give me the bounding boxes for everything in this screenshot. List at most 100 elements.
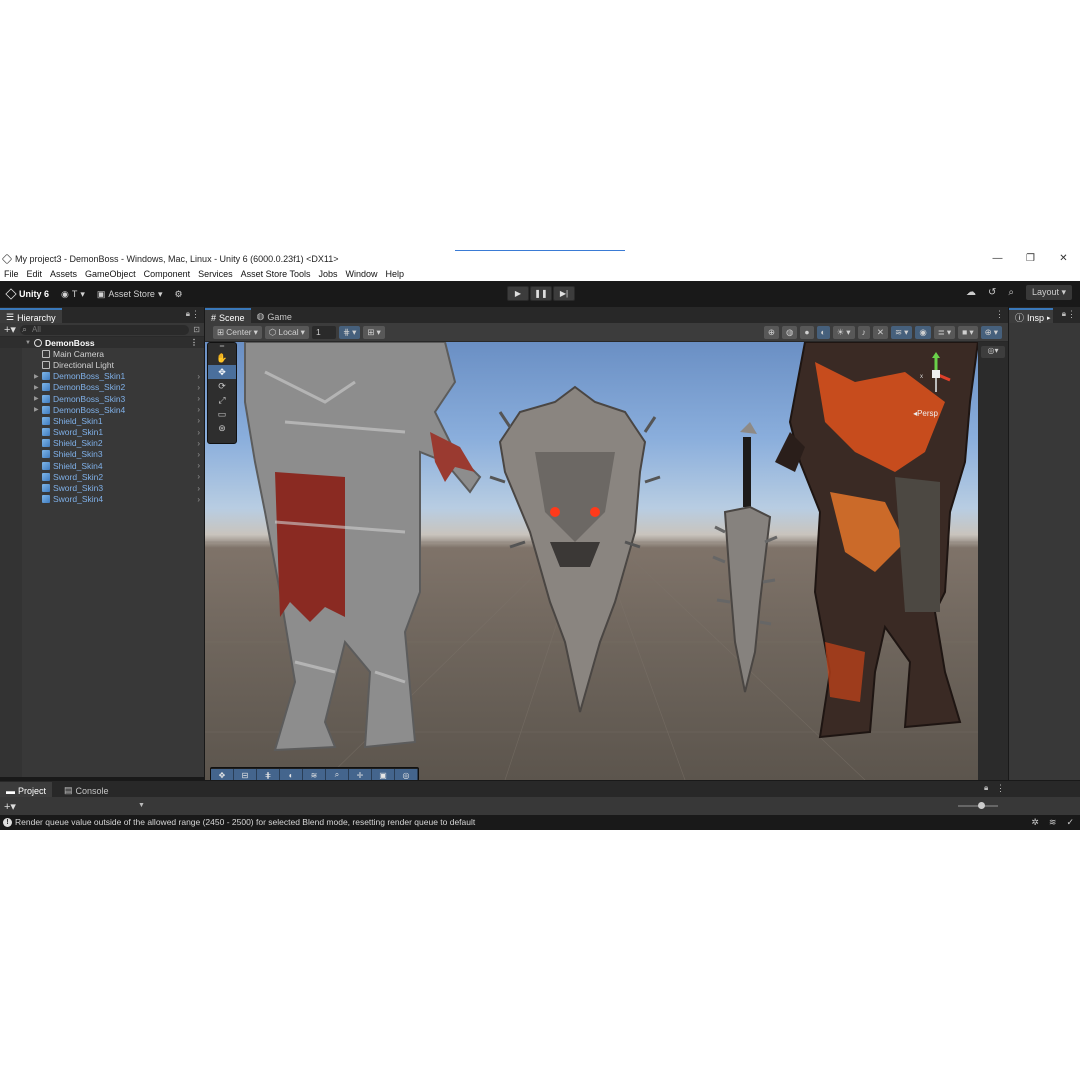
- create-asset-button[interactable]: +▾: [4, 800, 16, 813]
- hierarchy-row[interactable]: ▶ DemonBoss_Skin4 ›: [0, 404, 204, 415]
- icon-size-slider[interactable]: [958, 802, 998, 809]
- center-cube[interactable]: [932, 370, 940, 378]
- expand-arrow-icon[interactable]: ▶: [34, 384, 39, 391]
- menu-window[interactable]: Window: [342, 269, 382, 279]
- hierarchy-row[interactable]: ▶ DemonBoss_Skin2 ›: [0, 382, 204, 393]
- hierarchy-row[interactable]: Shield_Skin3 ›: [0, 449, 204, 460]
- open-prefab-chevron-icon[interactable]: ›: [197, 439, 200, 448]
- close-button[interactable]: ✕: [1047, 253, 1080, 264]
- grid-snap-toggle[interactable]: ⋕ ▾: [338, 325, 361, 339]
- expand-arrow-icon[interactable]: ▼: [25, 340, 31, 346]
- overlay-pivot-icon[interactable]: ✛: [349, 769, 372, 780]
- tab-console[interactable]: ▤ Console: [58, 782, 115, 797]
- tab-project[interactable]: ▬ Project: [0, 782, 53, 797]
- tab-game[interactable]: ◍ Game: [251, 308, 298, 323]
- tab-scene[interactable]: # Scene: [205, 308, 251, 323]
- overlay-layers-icon[interactable]: ≋: [303, 769, 326, 780]
- pause-button[interactable]: ❚❚: [530, 286, 552, 301]
- status-bar[interactable]: ! Render queue value outside of the allo…: [0, 815, 1080, 829]
- camera-dropdown[interactable]: ■ ▾: [958, 325, 978, 339]
- overlay-move-icon[interactable]: ✥: [211, 769, 234, 780]
- hand-tool[interactable]: ✋: [208, 351, 236, 365]
- audio-toggle[interactable]: ♪: [857, 325, 870, 339]
- overlay-camera-icon[interactable]: ▣: [372, 769, 395, 780]
- lighting-toggle[interactable]: ☀ ▾: [832, 325, 855, 339]
- open-prefab-chevron-icon[interactable]: ›: [197, 428, 200, 437]
- add-object-button[interactable]: +▾: [4, 324, 16, 335]
- cloud-icon[interactable]: ☁: [966, 287, 976, 298]
- bottom-lock-icon[interactable]: 🔒︎: [984, 783, 988, 793]
- overlay-settings-button[interactable]: ◎▾: [981, 346, 1005, 358]
- open-prefab-chevron-icon[interactable]: ›: [197, 394, 200, 403]
- open-prefab-chevron-icon[interactable]: ›: [197, 472, 200, 481]
- hierarchy-row[interactable]: Shield_Skin4 ›: [0, 460, 204, 471]
- layers-dropdown[interactable]: ≋ ▾: [890, 325, 913, 339]
- hierarchy-row[interactable]: Sword_Skin4 ›: [0, 494, 204, 505]
- menu-edit[interactable]: Edit: [23, 269, 47, 279]
- history-icon[interactable]: ↺: [988, 287, 996, 298]
- move-tool[interactable]: ✥: [208, 365, 236, 379]
- menu-component[interactable]: Component: [140, 269, 195, 279]
- scene-menu-icon[interactable]: ⋮: [190, 338, 198, 347]
- bottom-panel-menu-icon[interactable]: ⋮: [996, 783, 1005, 794]
- hierarchy-row[interactable]: Shield_Skin2 ›: [0, 438, 204, 449]
- scale-tool[interactable]: ⤢: [208, 393, 236, 407]
- tab-inspector[interactable]: ⓘ Insp ▸: [1009, 308, 1053, 323]
- scene-panel-menu-icon[interactable]: ⋮: [995, 309, 1004, 320]
- expand-arrow-icon[interactable]: ▶: [34, 395, 39, 402]
- open-prefab-chevron-icon[interactable]: ›: [197, 461, 200, 470]
- grid-size-field[interactable]: 1: [311, 325, 336, 339]
- menu-jobs[interactable]: Jobs: [315, 269, 342, 279]
- expand-arrow-icon[interactable]: ▶: [34, 406, 39, 413]
- tools-drag-handle[interactable]: ═: [208, 343, 236, 351]
- fx-toggle[interactable]: ✕: [872, 325, 888, 339]
- search-icon[interactable]: ⌕: [1008, 287, 1014, 298]
- rect-tool[interactable]: ▭: [208, 407, 236, 421]
- orientation-gizmo[interactable]: x: [919, 352, 953, 402]
- hierarchy-row[interactable]: ▶ DemonBoss_Skin1 ›: [0, 371, 204, 382]
- overlay-search-icon[interactable]: ⌕: [326, 769, 349, 780]
- menu-gameobject[interactable]: GameObject: [81, 269, 140, 279]
- tab-hierarchy[interactable]: ☰ Hierarchy: [0, 308, 62, 323]
- inspector-lock-icon[interactable]: 🔒︎: [1062, 309, 1066, 319]
- space-dropdown[interactable]: ⬡ Local ▾: [264, 325, 309, 339]
- slider-thumb[interactable]: [978, 802, 985, 809]
- hierarchy-row[interactable]: Sword_Skin2 ›: [0, 471, 204, 482]
- increment-snap-toggle[interactable]: ⊞ ▾: [363, 325, 385, 339]
- shading-shaded[interactable]: ●: [800, 325, 814, 339]
- open-prefab-chevron-icon[interactable]: ›: [197, 495, 200, 504]
- draw-mode-dropdown[interactable]: ≣ ▾: [933, 325, 956, 339]
- overlay-align-icon[interactable]: ⊟: [234, 769, 257, 780]
- layout-dropdown[interactable]: Layout ▾: [1025, 285, 1072, 300]
- lock-icon[interactable]: 🔒︎: [186, 309, 190, 319]
- open-prefab-chevron-icon[interactable]: ›: [197, 416, 200, 425]
- tab-more-icon[interactable]: ▸: [1047, 314, 1051, 322]
- open-prefab-chevron-icon[interactable]: ›: [197, 484, 200, 493]
- orientation-toggle[interactable]: ⊕: [763, 325, 779, 339]
- visibility-toggle[interactable]: ◉: [915, 325, 931, 339]
- menu-services[interactable]: Services: [194, 269, 237, 279]
- shading-dropdown[interactable]: ◐: [816, 325, 830, 339]
- projection-label[interactable]: ◂Persp: [913, 409, 938, 418]
- hierarchy-row[interactable]: Main Camera: [0, 348, 204, 359]
- check-icon[interactable]: ✓: [1066, 817, 1074, 828]
- inspector-menu-icon[interactable]: ⋮: [1067, 309, 1076, 320]
- minimize-button[interactable]: —: [981, 253, 1014, 264]
- open-prefab-chevron-icon[interactable]: ›: [197, 372, 200, 381]
- overlay-grid-icon[interactable]: ⋕: [257, 769, 280, 780]
- gizmos-dropdown[interactable]: ⊕ ▾: [980, 325, 1002, 339]
- menu-asset-store-tools[interactable]: Asset Store Tools: [237, 269, 315, 279]
- overlay-shading-icon[interactable]: ◐: [280, 769, 303, 780]
- panel-menu-icon[interactable]: ⋮: [191, 309, 200, 320]
- hierarchy-row[interactable]: ▶ DemonBoss_Skin3 ›: [0, 393, 204, 404]
- hierarchy-row[interactable]: Directional Light: [0, 359, 204, 370]
- debug-icon[interactable]: ✲: [1031, 817, 1039, 828]
- open-prefab-chevron-icon[interactable]: ›: [197, 405, 200, 414]
- version-control-button[interactable]: ⚙: [168, 285, 188, 303]
- project-dropdown-icon[interactable]: ▼: [138, 802, 145, 809]
- menu-assets[interactable]: Assets: [46, 269, 81, 279]
- play-button[interactable]: ▶: [507, 286, 529, 301]
- account-dropdown[interactable]: ◉ T ▾: [55, 285, 91, 303]
- asset-store-dropdown[interactable]: ▣ Asset Store ▾: [91, 285, 169, 303]
- rotate-tool[interactable]: ⟳: [208, 379, 236, 393]
